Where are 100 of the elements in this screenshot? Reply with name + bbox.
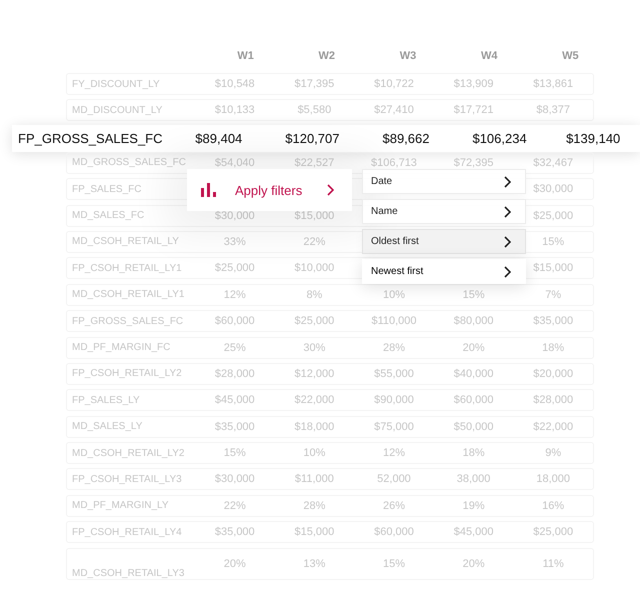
table-cell-text: $60,000: [373, 526, 415, 538]
table-cell-text: $10,133: [214, 104, 256, 116]
table-cell-text: 30%: [302, 342, 326, 354]
table-cell-text: $22,000: [294, 394, 336, 406]
table-cell-text: $106,713: [370, 156, 418, 169]
table-cell-text: $120,707: [284, 130, 340, 146]
table-cell-text: 9%: [544, 447, 562, 460]
table-cell-text: $25,000: [294, 315, 336, 328]
table-cell-text: 38,000: [456, 473, 492, 486]
table-cell-text: 25%: [222, 342, 247, 354]
table-cell-text: 26%: [382, 500, 406, 512]
table-cell-text: $13,909: [452, 78, 494, 90]
table-cell-text: 15%: [462, 288, 486, 301]
table-cell-text: $25,000: [214, 262, 256, 274]
table-cell-text: 19%: [462, 500, 486, 512]
table-cell-text: 15%: [222, 447, 247, 460]
table-cell-text: $10,548: [214, 78, 256, 90]
row-label: MD_CSOH_RETAIL_LY2: [71, 448, 186, 459]
column-header: W2: [318, 50, 336, 62]
table-cell-text: $30,000: [532, 183, 574, 196]
table-cell-text: $72,395: [452, 156, 494, 169]
chevron-right-icon: [503, 236, 511, 248]
row-label: MD_GROSS_SALES_FC: [71, 157, 187, 168]
table-cell-text: $17,395: [294, 78, 336, 90]
table-cell-text: $110,000: [370, 315, 418, 328]
row-label: FP_CSOH_RETAIL_LY3: [71, 474, 183, 485]
table-cell-text: $60,000: [214, 315, 256, 328]
table-cell-text: 15%: [382, 558, 406, 570]
table-cell-text: $106,234: [471, 130, 528, 146]
table-cell-text: 28%: [302, 500, 326, 512]
sort-option[interactable]: Date: [362, 169, 526, 194]
table-cell-text: 33%: [222, 236, 247, 248]
table-cell-text: 20%: [462, 342, 486, 354]
table-cell-text: $11,000: [294, 473, 335, 486]
table-cell-text: $75,000: [373, 420, 415, 433]
table-cell-text: 12%: [222, 288, 247, 301]
table-cell-text: 8%: [305, 288, 324, 301]
table-cell-text: $50,000: [452, 420, 494, 433]
row-label: FP_SALES_LY: [71, 394, 141, 406]
sort-option[interactable]: Oldest first: [362, 229, 526, 254]
row-label: FP_CSOH_RETAIL_LY2: [71, 368, 183, 380]
table-cell-text: $25,000: [532, 210, 574, 222]
table-cell-text: $27,410: [373, 104, 415, 116]
table-cell-text: 7%: [544, 288, 562, 301]
sort-option[interactable]: Newest first: [362, 259, 526, 284]
chevron-right-icon: [326, 184, 334, 196]
table-cell-text: $35,000: [214, 420, 256, 433]
row-label: FP_CSOH_RETAIL_LY4: [71, 526, 183, 538]
row-label: FP_GROSS_SALES_FC: [17, 130, 164, 146]
table-cell-text: 28%: [382, 342, 406, 354]
table-cell-text: $32,467: [532, 156, 574, 169]
table-cell-text: $10,000: [294, 262, 336, 274]
table-cell-text: 18%: [541, 342, 566, 354]
chevron-right-icon: [503, 176, 511, 188]
row-label: FP_CSOH_RETAIL_LY1: [71, 262, 183, 274]
table-cell-text: $89,404: [194, 130, 244, 146]
row-label: MD_CSOH_RETAIL_LY1: [71, 289, 186, 300]
table-cell-text: $13,861: [532, 78, 574, 90]
table-cell-text: $25,000: [532, 526, 574, 538]
row-label: FY_DISCOUNT_LY: [71, 78, 161, 90]
table-cell-text: 11%: [542, 558, 565, 570]
column-header: W3: [398, 50, 418, 62]
row-label: MD_PF_MARGIN_LY: [71, 500, 170, 512]
table-cell-text: 22%: [302, 236, 326, 248]
table-cell-text: $12,000: [294, 368, 336, 380]
table-cell-text: 52,000: [376, 473, 412, 486]
table-cell-text: $90,000: [373, 394, 415, 406]
row-label: FP_SALES_FC: [71, 184, 142, 195]
chevron-right-icon: [503, 266, 511, 278]
table-cell-text: $55,000: [373, 368, 415, 380]
table-cell-text: $17,721: [452, 104, 494, 116]
table-cell-text: 20%: [462, 558, 486, 570]
table-cell-text: $8,377: [535, 104, 572, 116]
table-cell-text: 10%: [382, 288, 406, 301]
row-label: MD_CSOH_RETAIL_LY: [71, 236, 180, 248]
table-cell-text: 16%: [541, 500, 566, 512]
table-cell-text: 20%: [222, 558, 247, 570]
table-cell-text: $30,000: [214, 473, 256, 486]
table-cell-text: $5,580: [296, 104, 332, 116]
row-label: FP_GROSS_SALES_FC: [71, 316, 184, 327]
table-cell-text: $60,000: [452, 394, 494, 406]
table-cell-text: $139,140: [565, 130, 622, 146]
table-cell-text: 12%: [382, 447, 406, 460]
table-cell-text: 10%: [302, 447, 326, 460]
table-cell-text: 18,000: [535, 473, 572, 486]
table-cell-text: $45,000: [452, 526, 494, 538]
column-header: W1: [236, 50, 255, 62]
table-cell-text: $15,000: [532, 262, 574, 274]
table-cell-text: 22%: [222, 500, 247, 512]
table-cell-text: $45,000: [214, 394, 256, 406]
table-cell-text: $15,000: [294, 526, 336, 538]
row-label: MD_SALES_LY: [71, 421, 144, 432]
table-cell-text: $40,000: [452, 368, 494, 380]
row-label: MD_CSOH_RETAIL_LY3: [71, 568, 186, 579]
table-cell-text: $28,000: [214, 368, 256, 380]
row-label: MD_DISCOUNT_LY: [71, 104, 164, 116]
sort-option[interactable]: Name: [362, 199, 526, 224]
table-cell-text: 18%: [462, 447, 486, 460]
table-cell-text: $80,000: [452, 315, 494, 328]
apply-filters-button[interactable]: Apply filters: [187, 169, 352, 211]
